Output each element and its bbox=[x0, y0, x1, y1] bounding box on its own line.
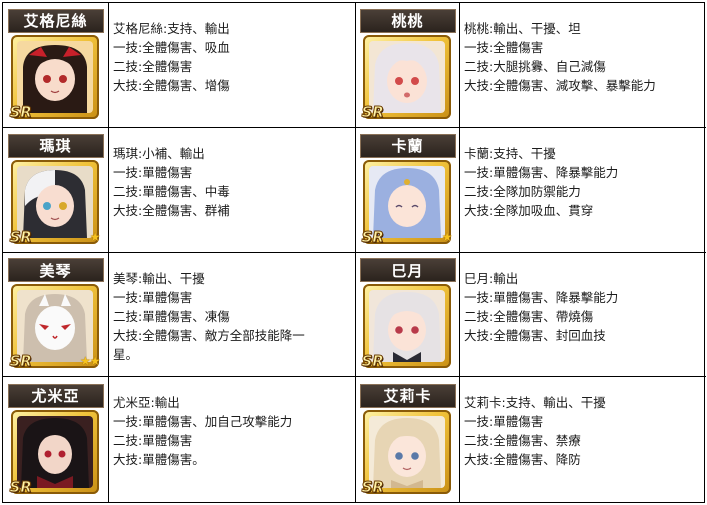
skill-line: 一技:單體傷害 bbox=[113, 289, 193, 305]
skill-line: 二技:單體傷害、凍傷 bbox=[113, 308, 230, 324]
skill-text-cell: 尤米亞:輸出 一技:單體傷害、加自己攻擊能力 二技:單體傷害 大技:單體傷害。 bbox=[109, 377, 356, 502]
star-rating: ★★ bbox=[79, 354, 100, 369]
skill-text-cell: 瑪琪:小補、輸出 一技:單體傷害 二技:單體傷害、中毒 大技:全體傷害、群補 bbox=[109, 127, 356, 253]
skill-line: 大技:全體傷害、增傷 bbox=[113, 78, 230, 93]
character-name: 美琴 bbox=[7, 258, 104, 283]
star-rating: ★ bbox=[89, 229, 101, 244]
skill-line: 一技:全體傷害 bbox=[464, 40, 544, 55]
skill-line: 二技:全體傷害、帶燒傷 bbox=[464, 308, 594, 324]
rarity-badge: SR bbox=[9, 102, 32, 121]
portrait-cell-mitsuki: 巳月 SR bbox=[356, 252, 460, 378]
skill-line: 大技:單體傷害。 bbox=[113, 452, 205, 468]
star-rating: ★ bbox=[441, 229, 453, 244]
character-card: 卡蘭 SR ★ bbox=[359, 133, 456, 246]
skill-line: 大技:全體傷害、封回血技 bbox=[464, 327, 606, 343]
character-card: 桃桃 SR bbox=[359, 8, 456, 121]
portrait-cell-mikoto: 美琴 SR ★★ bbox=[3, 252, 109, 378]
skill-line: 一技:單體傷害 bbox=[113, 164, 193, 180]
character-name: 艾格尼絲 bbox=[7, 8, 104, 33]
skill-text-cell: 艾莉卡:支持、輸出、干擾 一技:單體傷害 二技:全體傷害、禁療 大技:全體傷害、… bbox=[460, 377, 706, 502]
character-card: 瑪琪 SR ★ bbox=[7, 133, 104, 246]
skill-line: 艾莉卡:支持、輸出、干擾 bbox=[464, 395, 606, 411]
portrait-cell-taotao: 桃桃 SR bbox=[356, 3, 460, 128]
skill-line: 一技:單體傷害 bbox=[464, 414, 544, 430]
skill-line: 大技:全體傷害、敵方全部技能降一 bbox=[113, 327, 305, 343]
skill-text-cell: 卡蘭:支持、干擾 一技:單體傷害、降暴擊能力 二技:全隊加防禦能力 大技:全隊加… bbox=[460, 128, 706, 253]
rarity-badge: SR bbox=[9, 477, 32, 496]
character-card: 尤米亞 SR bbox=[7, 383, 104, 496]
rarity-badge: SR bbox=[361, 352, 384, 371]
rarity-badge: SR bbox=[9, 227, 32, 246]
skill-text-cell: 美琴:輸出、干擾 一技:單體傷害 二技:單體傷害、凍傷 大技:全體傷害、敵方全部… bbox=[109, 252, 356, 378]
character-name: 桃桃 bbox=[359, 8, 456, 33]
skill-line: 大技:全體傷害、降防 bbox=[464, 452, 581, 468]
skill-line: 二技:大腿挑釁、自己減傷 bbox=[464, 59, 606, 74]
skill-line: 二技:單體傷害 bbox=[113, 433, 193, 449]
skill-text-cell: 艾格尼絲:支持、輸出 一技:全體傷害、吸血 二技:全體傷害 大技:全體傷害、增傷 bbox=[109, 3, 356, 128]
skill-line: 二技:全體傷害 bbox=[113, 59, 193, 74]
character-card: 巳月 SR bbox=[359, 258, 456, 371]
skill-line: 一技:單體傷害、降暴擊能力 bbox=[464, 164, 619, 180]
skill-line: 尤米亞:輸出 bbox=[113, 395, 180, 411]
character-name: 瑪琪 bbox=[7, 133, 104, 158]
character-card: 艾格尼絲 SR bbox=[7, 8, 104, 121]
portrait-cell-agnes: 艾格尼絲 SR bbox=[3, 3, 109, 128]
rarity-badge: SR bbox=[9, 352, 32, 371]
rarity-badge: SR bbox=[361, 477, 384, 496]
skill-line: 一技:單體傷害、降暴擊能力 bbox=[464, 289, 619, 305]
character-card: 艾莉卡 SR bbox=[359, 383, 456, 496]
skill-line: 美琴:輸出、干擾 bbox=[113, 270, 205, 286]
skill-line: 大技:全體傷害、群補 bbox=[113, 202, 230, 218]
skill-line: 艾格尼絲:支持、輸出 bbox=[113, 21, 230, 36]
character-table: 艾格尼絲 SR 艾格尼絲:支持、輸出 一技:全體傷害、吸血 二技:全體傷害 大技… bbox=[2, 2, 706, 503]
skill-line: 一技:單體傷害、加自己攻擊能力 bbox=[113, 414, 293, 430]
skill-line: 大技:全隊加吸血、貫穿 bbox=[464, 202, 594, 218]
character-card: 美琴 SR ★★ bbox=[7, 258, 104, 371]
skill-line: 大技:全體傷害、減攻擊、暴擊能力 bbox=[464, 78, 656, 93]
rarity-badge: SR bbox=[361, 227, 384, 246]
portrait-cell-erika: 艾莉卡 SR bbox=[356, 377, 460, 502]
character-name: 巳月 bbox=[359, 258, 456, 283]
skill-line: 卡蘭:支持、干擾 bbox=[464, 145, 556, 161]
skill-line: 二技:全體傷害、禁療 bbox=[464, 433, 581, 449]
skill-line: 一技:全體傷害、吸血 bbox=[113, 40, 230, 55]
skill-line: 二技:全隊加防禦能力 bbox=[464, 183, 581, 199]
portrait-cell-yumia: 尤米亞 SR bbox=[3, 377, 109, 502]
skill-line: 星。 bbox=[113, 346, 139, 362]
character-name: 尤米亞 bbox=[7, 383, 104, 408]
skill-line: 二技:單體傷害、中毒 bbox=[113, 183, 230, 199]
skill-line: 巳月:輸出 bbox=[464, 270, 519, 286]
portrait-cell-karan: 卡蘭 SR ★ bbox=[356, 127, 460, 253]
portrait-cell-maki: 瑪琪 SR ★ bbox=[3, 127, 109, 253]
skill-line: 桃桃:輸出、干擾、坦 bbox=[464, 21, 581, 36]
character-name: 艾莉卡 bbox=[359, 383, 456, 408]
skill-text-cell: 巳月:輸出 一技:單體傷害、降暴擊能力 二技:全體傷害、帶燒傷 大技:全體傷害、… bbox=[460, 253, 706, 378]
rarity-badge: SR bbox=[361, 102, 384, 121]
skill-line: 瑪琪:小補、輸出 bbox=[113, 145, 205, 161]
skill-text-cell: 桃桃:輸出、干擾、坦 一技:全體傷害 二技:大腿挑釁、自己減傷 大技:全體傷害、… bbox=[460, 3, 706, 128]
character-name: 卡蘭 bbox=[359, 133, 456, 158]
